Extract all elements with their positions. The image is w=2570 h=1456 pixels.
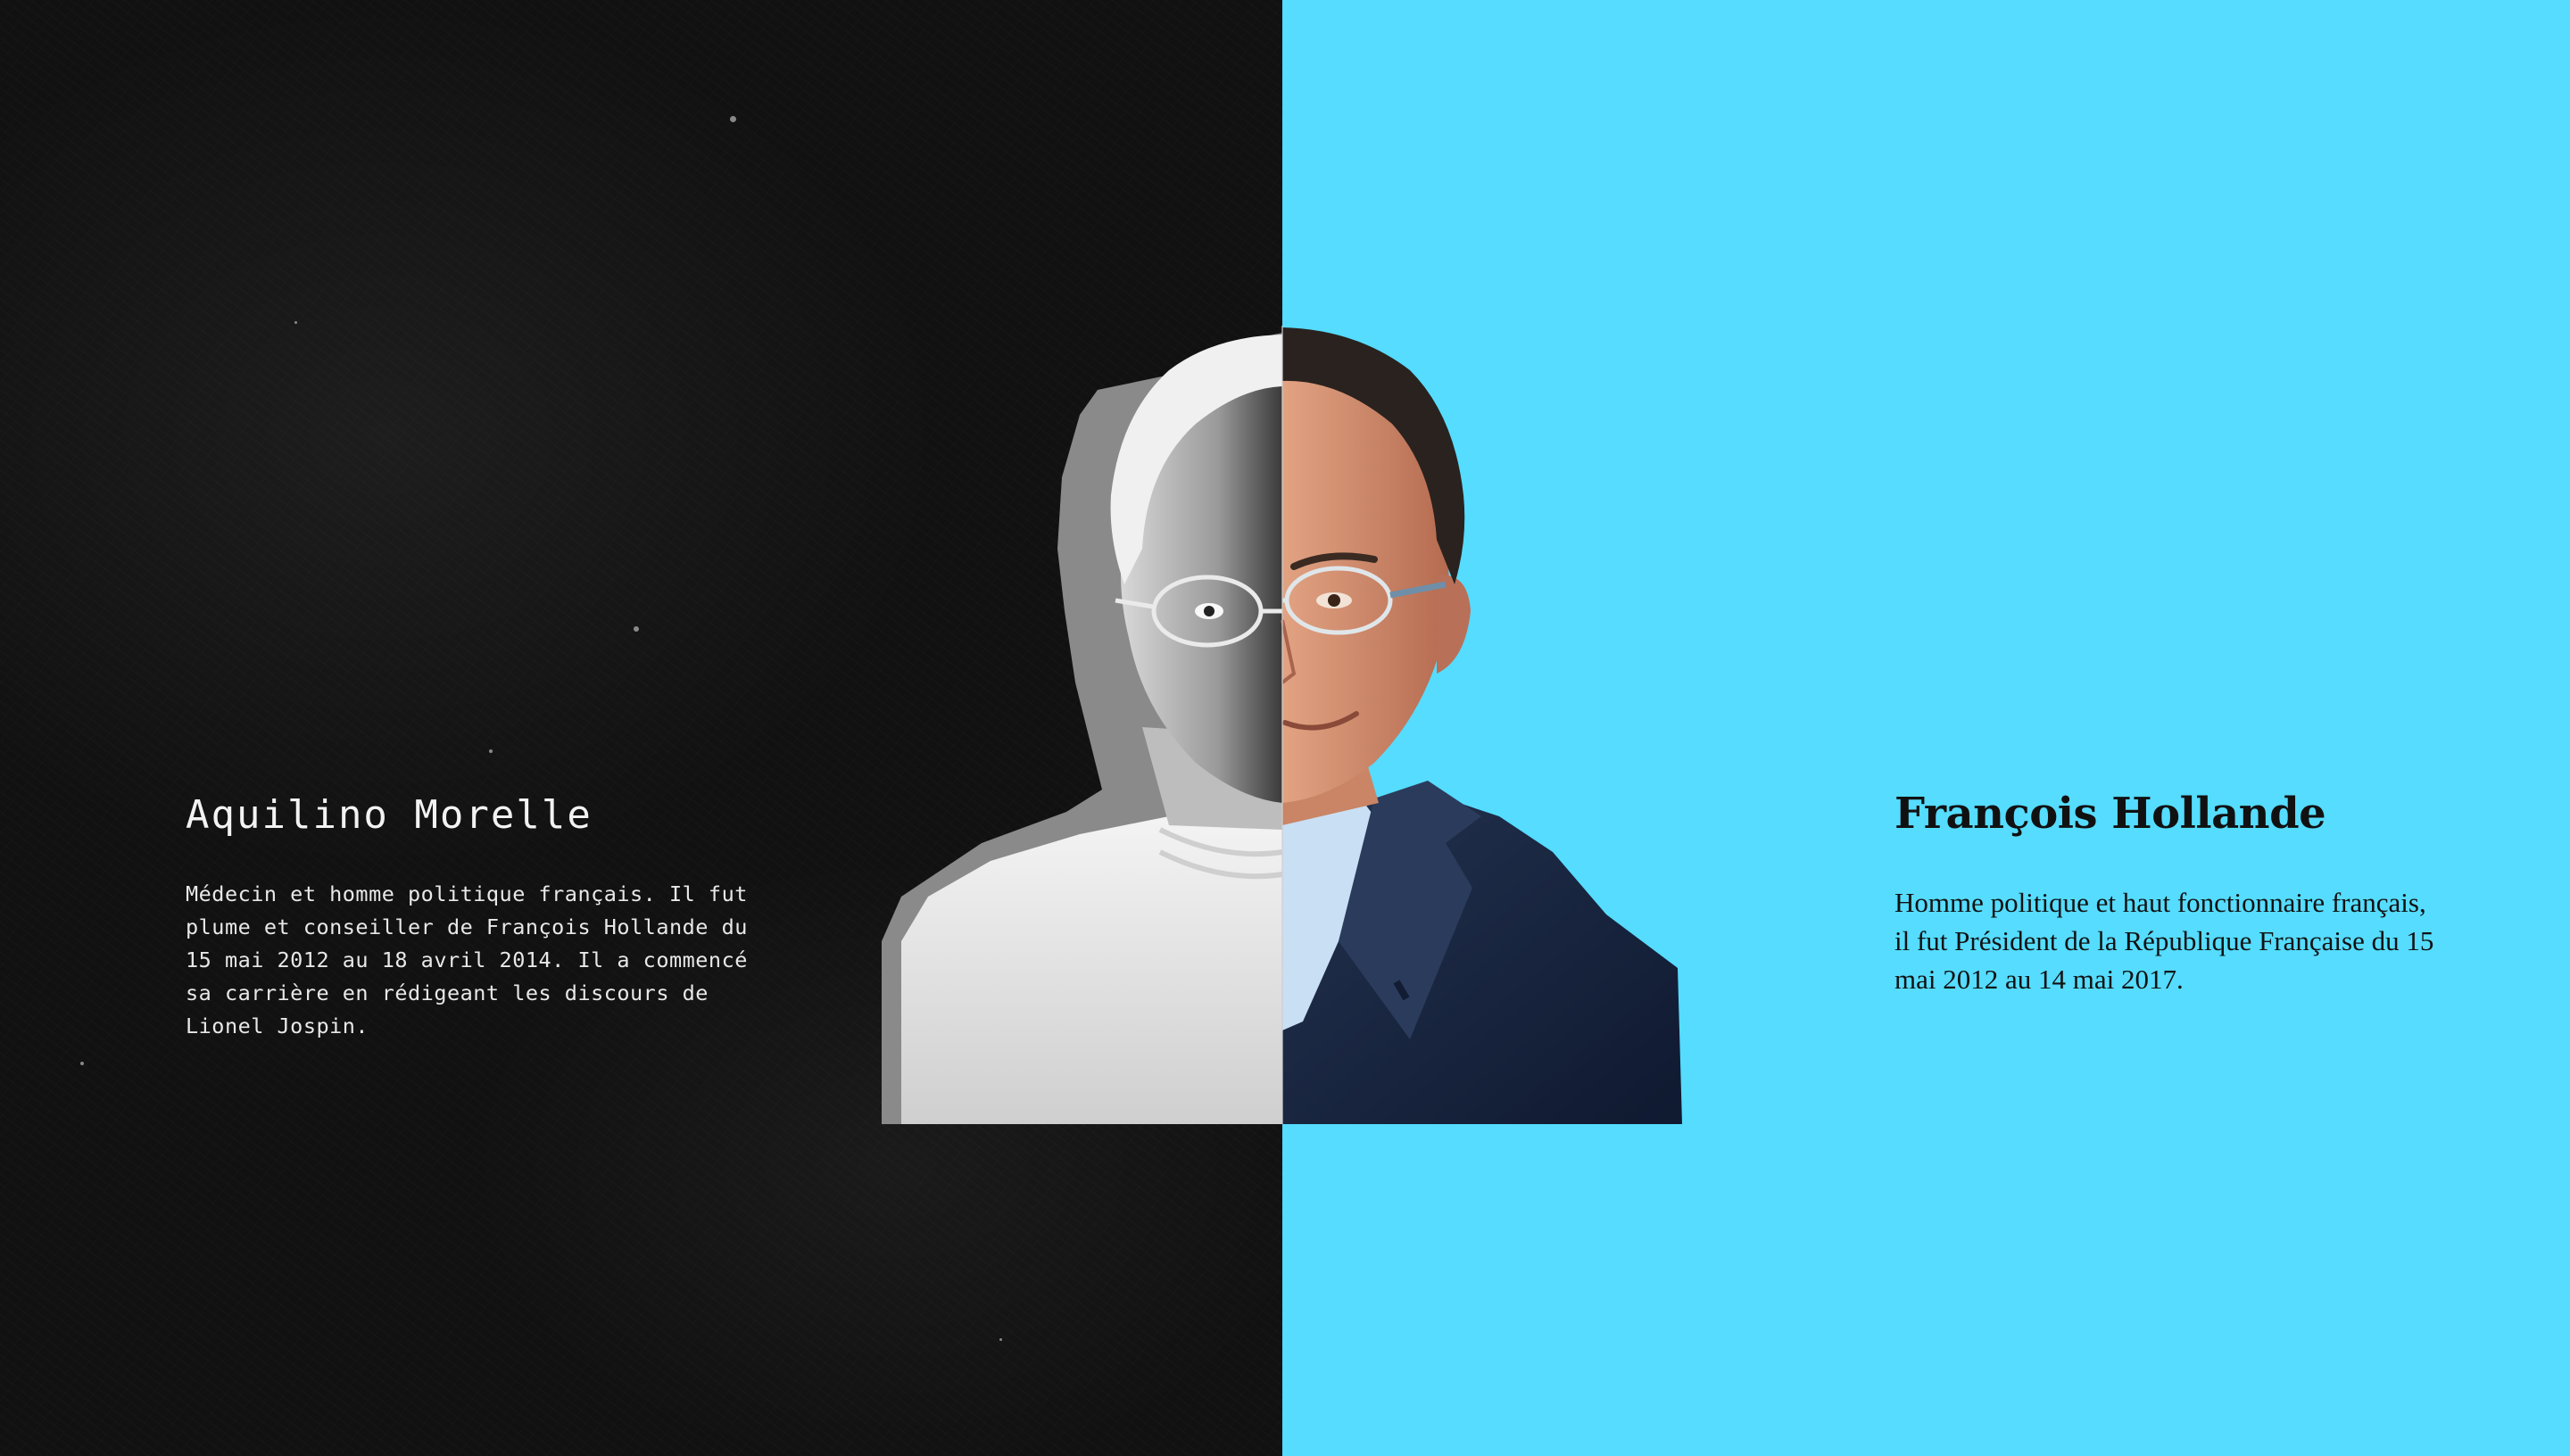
left-bio-line: Médecin et homme politique français. Il … (186, 881, 748, 906)
split-face-portrait (882, 326, 1682, 1124)
left-person-bio: Médecin et homme politique français. Il … (186, 878, 757, 1043)
right-person-bio: Homme politique et haut fonctionnaire fr… (1894, 883, 2466, 998)
left-person-name: Aquilino Morelle (186, 792, 593, 838)
right-bio-line: il fut Président de la République França… (1894, 925, 2434, 956)
right-bio-line: Homme politique et haut fonctionnaire fr… (1894, 887, 2426, 918)
left-bio-line: sa carrière en rédigeant les discours de (186, 980, 709, 1005)
right-person-name: François Hollande (1894, 789, 2326, 839)
right-bio-line: mai 2012 au 14 mai 2017. (1894, 964, 2184, 995)
left-bio-line: plume et conseiller de François Hollande… (186, 914, 748, 939)
left-bio-line: 15 mai 2012 au 18 avril 2014. Il a comme… (186, 947, 748, 972)
split-screen-comparison: Aquilino Morelle Médecin et homme politi… (0, 0, 2570, 1456)
left-bio-line: Lionel Jospin. (186, 1013, 369, 1038)
